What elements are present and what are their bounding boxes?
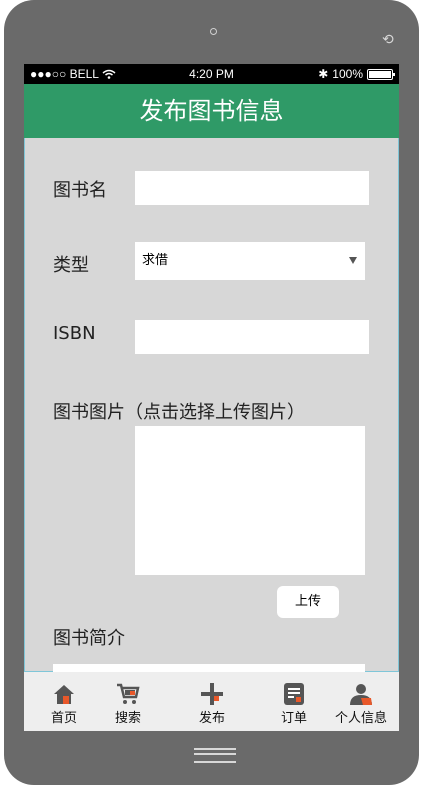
tab-home-label: 首页 [50,711,77,726]
order-icon [284,683,304,705]
tab-profile-label: 个人信息 [334,711,387,726]
book-image-picker[interactable] [135,426,365,575]
tab-home[interactable]: 首页 [44,672,84,731]
isbn-input[interactable] [135,320,369,354]
status-bar: ●●●○○ BELL 4:20 PM ✱ 100% [24,64,399,84]
book-name-input[interactable] [135,171,369,205]
plus-icon [201,683,223,705]
book-name-label: 图书名 [53,180,107,201]
book-intro-label: 图书简介 [53,628,125,649]
publish-form: 图书名 类型 求借 ISBN 图书图片（点击选择上传图片） 上传 图书简介 [24,138,399,672]
tab-search[interactable]: 搜索 [108,672,148,731]
home-icon [54,685,74,704]
battery-percent: 100% [332,67,363,81]
rotate-icon[interactable]: ⟲ [382,33,394,47]
app-screen: ●●●○○ BELL 4:20 PM ✱ 100% 发布图书信息 图书名 类型 … [24,64,399,731]
chevron-down-icon [349,257,357,264]
type-select[interactable]: 求借 [135,242,365,280]
app-header: 发布图书信息 [24,84,399,138]
book-image-label: 图书图片（点击选择上传图片） [53,402,305,423]
type-select-value: 求借 [142,253,169,268]
tab-publish-label: 发布 [198,711,225,726]
bluetooth-icon: ✱ [318,67,329,81]
tab-profile[interactable]: 个人信息 [330,672,392,731]
type-label: 类型 [53,255,89,276]
user-icon [350,684,372,705]
status-right: ✱ 100% [318,64,395,84]
book-intro-input[interactable] [53,664,365,672]
tab-publish[interactable]: 发布 [192,672,232,731]
home-button[interactable] [194,748,236,763]
battery-icon [367,69,395,80]
tab-orders[interactable]: 订单 [274,672,314,731]
page-title: 发布图书信息 [139,97,284,125]
isbn-label: ISBN [53,323,96,344]
upload-button[interactable]: 上传 [277,586,339,618]
tab-orders-label: 订单 [280,711,307,726]
tab-search-label: 搜索 [114,711,141,726]
cart-icon [117,683,140,704]
bottom-tab-bar: 首页 搜索 发布 订单 个人信息 [24,672,399,731]
camera-dot [210,28,217,35]
